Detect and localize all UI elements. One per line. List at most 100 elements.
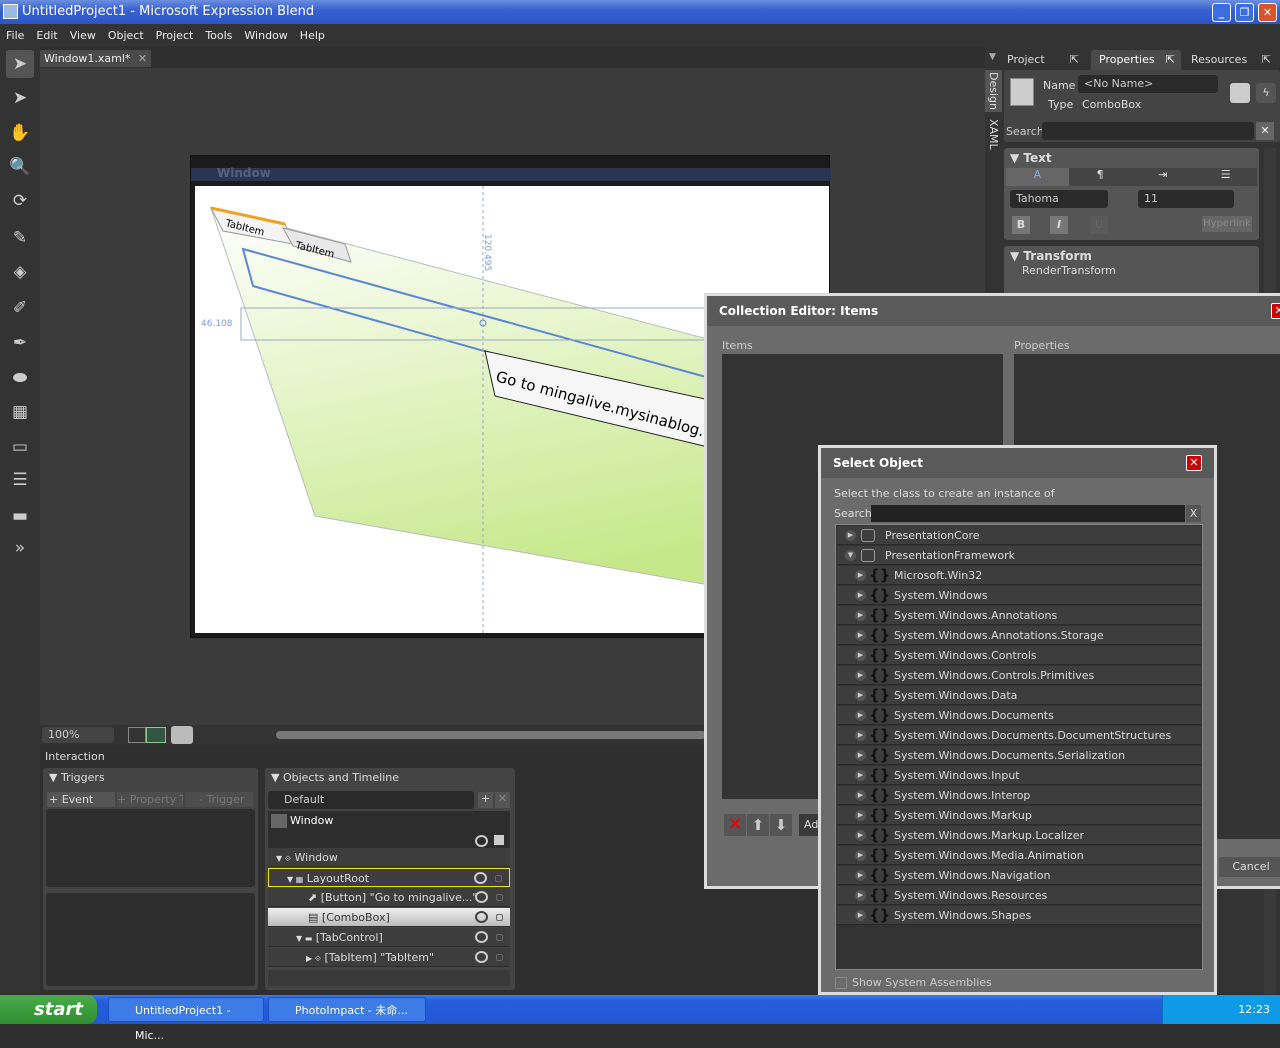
textblock-tool-icon[interactable]: ▭	[6, 433, 34, 461]
effects-toggle-icon[interactable]	[146, 727, 166, 743]
namespace-item[interactable]: ▶{} System.Windows.Media.Animation	[837, 846, 1201, 865]
menu-view[interactable]: View	[64, 24, 102, 46]
menu-project[interactable]: Project	[150, 24, 200, 46]
namespace-item[interactable]: ▶{} System.Windows.Controls.Primitives	[837, 666, 1201, 685]
namespace-item[interactable]: ▶{} System.Windows.Documents.DocumentStru…	[837, 726, 1201, 745]
italic-button[interactable]: I	[1050, 216, 1068, 234]
menu-tools[interactable]: Tools	[199, 24, 238, 46]
horizontal-scrollbar[interactable]	[276, 731, 706, 739]
namespace-item[interactable]: ▶{} System.Windows.Input	[837, 766, 1201, 785]
indent-tab-icon[interactable]: ⇥	[1132, 168, 1195, 186]
eye-icon[interactable]	[475, 891, 488, 903]
name-input[interactable]: <No Name>	[1078, 75, 1218, 93]
namespace-item[interactable]: ▶{} System.Windows.Markup.Localizer	[837, 826, 1201, 845]
expand-icon[interactable]: ▶	[855, 710, 866, 721]
add-property-trigger-button[interactable]: + Property Tr	[117, 792, 183, 807]
tree-item-tabcontrol[interactable]: ▼ ▬ [TabControl]	[268, 928, 510, 947]
select-object-close-button[interactable]: ✕	[1186, 455, 1202, 471]
pan-tool-icon[interactable]: ✋	[6, 119, 34, 147]
new-timeline-button[interactable]: +	[478, 792, 493, 808]
stack-panel-tool-icon[interactable]: ☰	[6, 466, 34, 494]
tab-project[interactable]: Project ⇱	[999, 50, 1085, 70]
expand-icon[interactable]: ▶	[855, 730, 866, 741]
class-search-input[interactable]	[871, 505, 1185, 522]
grid-toggle-icon[interactable]	[128, 727, 146, 743]
zoom-select[interactable]: 100%	[42, 727, 114, 743]
text-section-title[interactable]: ▼ Text	[1010, 151, 1052, 165]
lock-icon[interactable]	[496, 954, 503, 961]
lock-icon[interactable]	[496, 914, 503, 921]
minimize-button[interactable]: _	[1212, 3, 1231, 22]
add-event-trigger-button[interactable]: + Event Trigg	[47, 792, 115, 821]
expand-icon[interactable]: ▶	[855, 670, 866, 681]
eye-icon[interactable]	[475, 835, 488, 847]
direct-selection-tool-icon[interactable]: ➤	[6, 84, 34, 112]
font-tab-icon[interactable]: A	[1006, 168, 1069, 186]
ellipse-tool-icon[interactable]: ⬬	[6, 364, 34, 392]
namespace-item[interactable]: ▶{} System.Windows.Annotations	[837, 606, 1201, 625]
start-button[interactable]: start	[0, 995, 97, 1024]
camera-orbit-tool-icon[interactable]: ⟳	[6, 187, 34, 215]
menu-edit[interactable]: Edit	[30, 24, 63, 46]
events-view-icon[interactable]: ϟ	[1256, 83, 1276, 103]
tree-item-layoutroot[interactable]: ▼ ▦ LayoutRoot	[268, 868, 510, 887]
taskbar-item-photoimpact[interactable]: PhotoImpact - 未命...	[268, 997, 426, 1022]
cancel-button[interactable]: Cancel	[1219, 857, 1280, 877]
font-size-select[interactable]: 11	[1138, 190, 1234, 208]
asset-library-icon[interactable]: »	[6, 534, 34, 562]
tree-item-window[interactable]: ▼ ⟐ Window	[268, 848, 510, 867]
font-family-select[interactable]: Tahoma	[1010, 190, 1108, 208]
pen-tool-icon[interactable]: ✒	[6, 329, 34, 357]
close-tab-icon[interactable]: ✕	[138, 52, 147, 65]
namespace-item[interactable]: ▶{} System.Windows.Shapes	[837, 906, 1201, 925]
expand-icon[interactable]: ▶	[855, 910, 866, 921]
menu-object[interactable]: Object	[102, 24, 150, 46]
namespace-item[interactable]: ▶{} Microsoft.Win32	[837, 566, 1201, 585]
grid-tool-icon[interactable]: ▦	[6, 398, 34, 426]
tree-item-button[interactable]: ⬈ [Button] "Go to mingalive..."	[268, 888, 510, 907]
clear-search-icon[interactable]: ✕	[1256, 122, 1274, 140]
namespace-item[interactable]: ▶{} System.Windows.Annotations.Storage	[837, 626, 1201, 645]
expand-icon[interactable]: ▶	[855, 750, 866, 761]
menu-file[interactable]: File	[0, 24, 30, 46]
namespace-item[interactable]: ▶{} System.Windows.Markup	[837, 806, 1201, 825]
namespace-item[interactable]: ▶{} System.Windows.Data	[837, 686, 1201, 705]
lock-icon[interactable]	[496, 934, 503, 941]
remove-item-button[interactable]: ✕	[724, 814, 746, 836]
eyedropper-tool-icon[interactable]: ✎	[6, 224, 34, 252]
namespace-item[interactable]: ▶{} System.Windows.Navigation	[837, 866, 1201, 885]
delete-timeline-button[interactable]: ✕	[495, 792, 510, 808]
assembly-item[interactable]: ▶ PresentationCore	[837, 526, 1201, 545]
class-tree[interactable]: ▶ PresentationCore ▼ PresentationFramework…	[835, 524, 1203, 970]
expand-icon[interactable]: ▶	[855, 870, 866, 881]
objects-horizontal-scrollbar[interactable]	[268, 970, 510, 986]
assembly-item[interactable]: ▼ PresentationFramework	[837, 546, 1201, 565]
transform-section-title[interactable]: ▼ Transform	[1010, 249, 1092, 263]
expand-icon[interactable]: ▶	[855, 610, 866, 621]
expand-icon[interactable]: ▶	[855, 790, 866, 801]
zoom-tool-icon[interactable]: 🔍	[6, 153, 34, 181]
namespace-item[interactable]: ▶{} System.Windows.Resources	[837, 886, 1201, 905]
namespace-item[interactable]: ▶{} System.Windows.Controls	[837, 646, 1201, 665]
snap-toggle-icon[interactable]	[171, 726, 193, 744]
tree-item-combobox[interactable]: ▤ [ComboBox]	[268, 908, 510, 927]
expand-icon[interactable]: ▶	[855, 690, 866, 701]
expand-icon[interactable]: ▶	[855, 810, 866, 821]
expand-icon[interactable]: ▶	[855, 830, 866, 841]
expand-icon[interactable]: ▶	[855, 890, 866, 901]
expand-icon[interactable]: ▶	[855, 590, 866, 601]
button-tool-icon[interactable]: ▬	[6, 502, 34, 530]
close-button[interactable]: ✕	[1258, 3, 1277, 22]
paragraph-tab-icon[interactable]: ¶	[1069, 168, 1132, 186]
lock-icon[interactable]	[494, 835, 504, 845]
maximize-button[interactable]: ❐	[1235, 3, 1254, 22]
timeline-select[interactable]: Default	[268, 791, 474, 809]
expand-icon[interactable]: ▶	[855, 630, 866, 641]
panel-menu-icon[interactable]: ▼	[989, 52, 996, 62]
hyperlink-button[interactable]: Hyperlink	[1202, 216, 1252, 232]
namespace-item[interactable]: ▶{} System.Windows.Documents	[837, 706, 1201, 725]
expand-icon[interactable]: ▶	[855, 650, 866, 661]
menu-help[interactable]: Help	[294, 24, 331, 46]
lock-icon[interactable]	[496, 894, 503, 901]
namespace-item[interactable]: ▶{} System.Windows.Interop	[837, 786, 1201, 805]
